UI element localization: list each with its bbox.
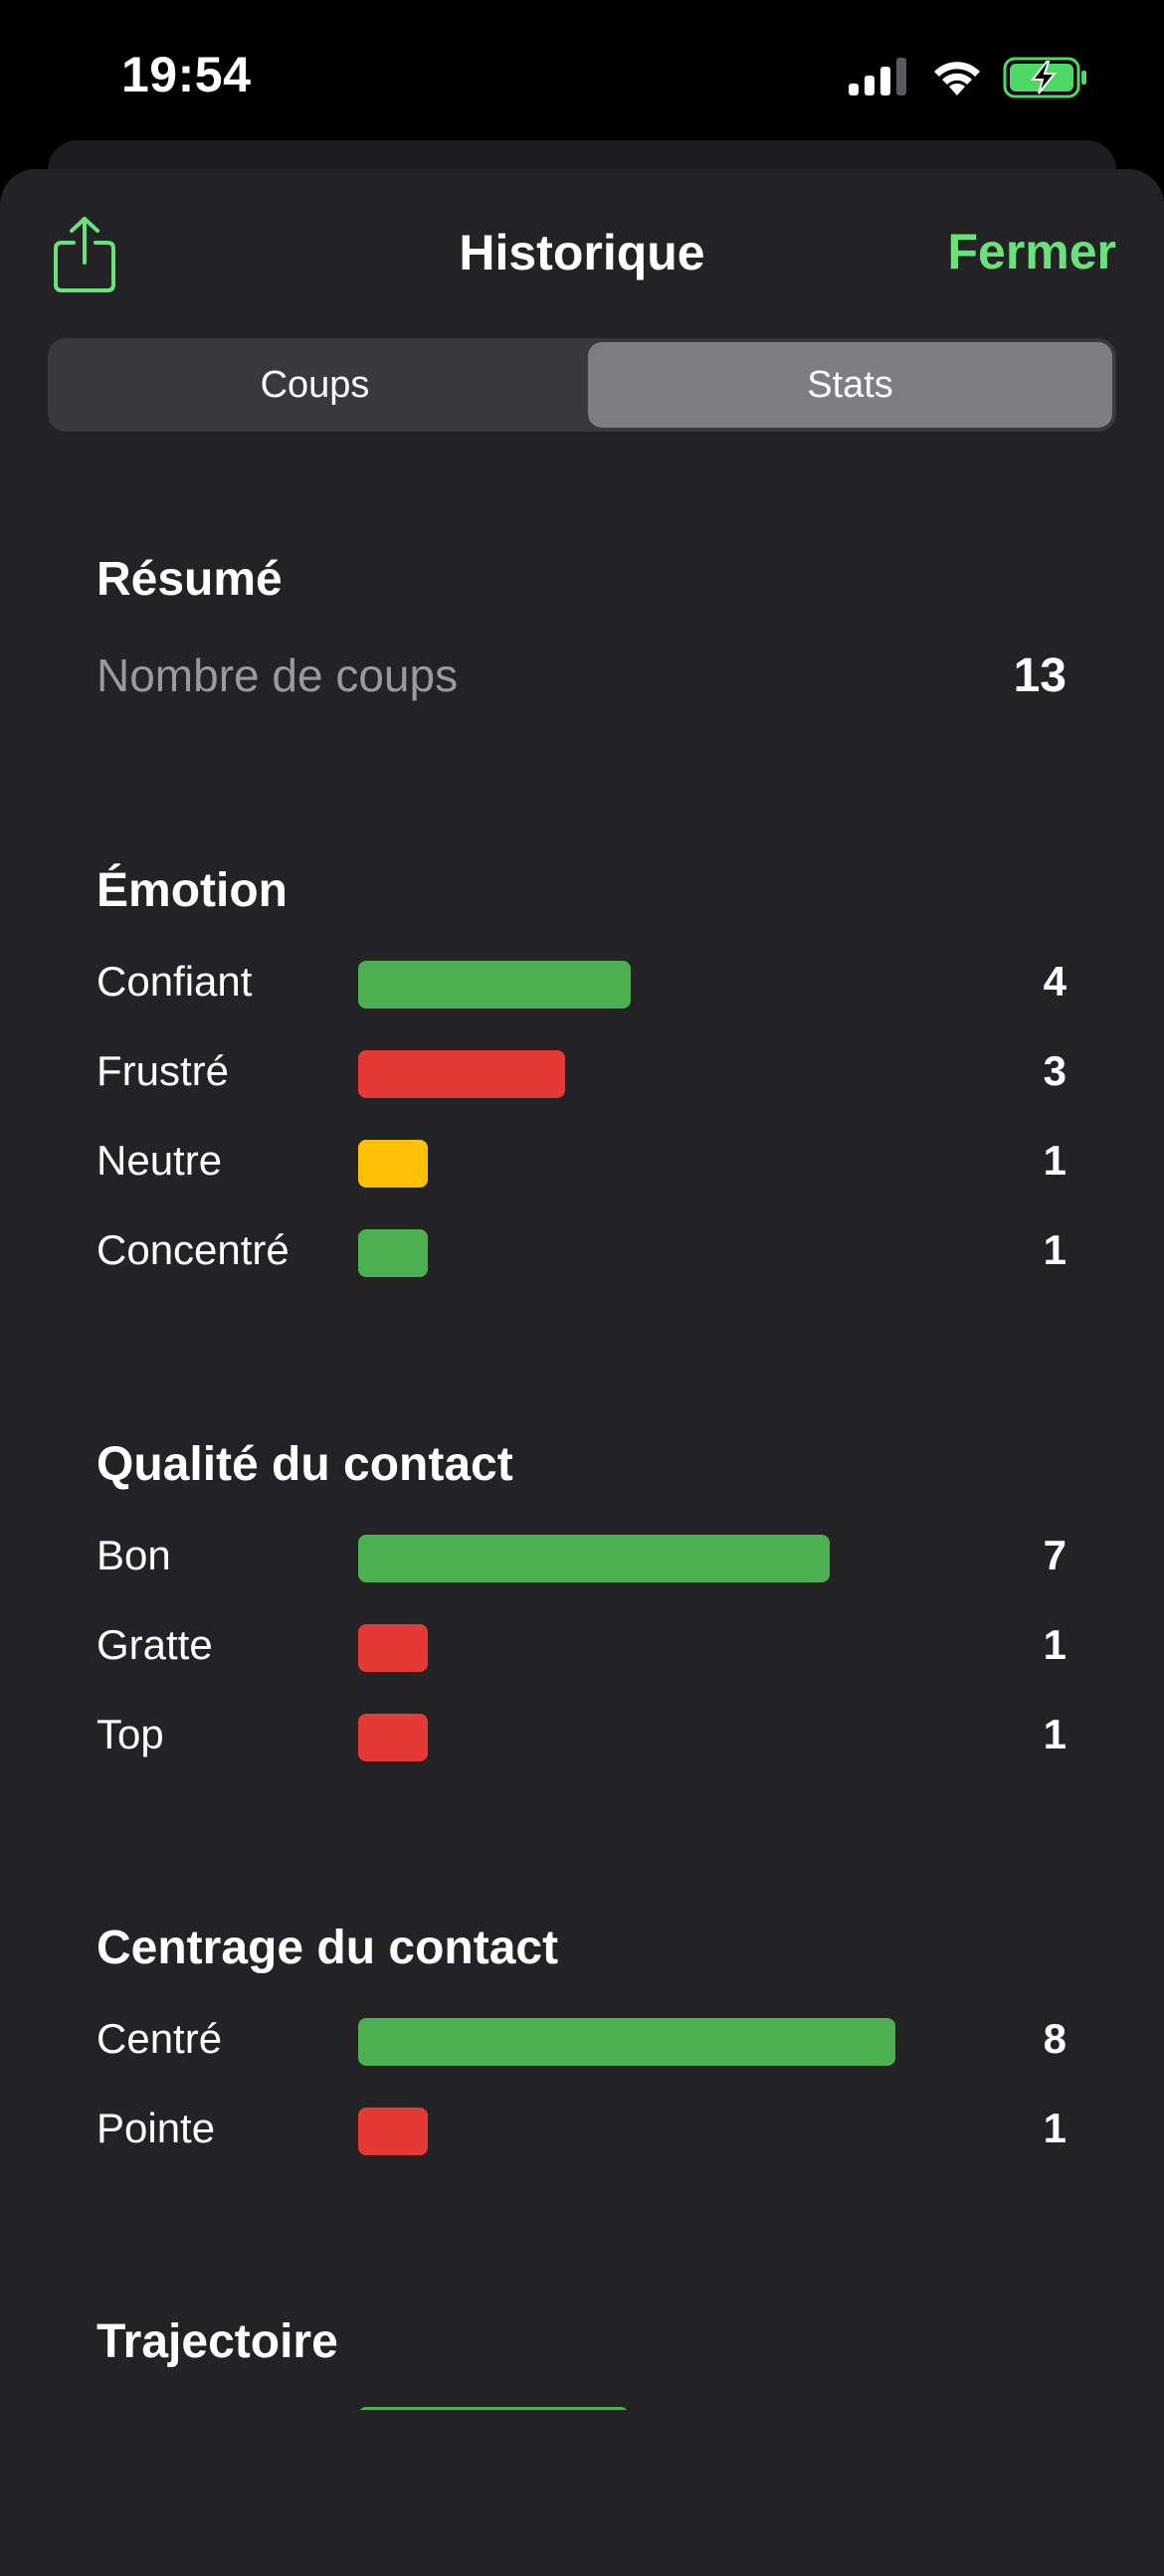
stats-sheet	[0, 169, 1164, 2576]
contact-quality-count: 1	[1043, 1621, 1067, 1668]
emotion-label: Frustré	[97, 1047, 230, 1094]
emotion-bar	[358, 961, 631, 1009]
segmented-control: Coups Stats	[48, 338, 1116, 432]
close-button[interactable]: Fermer	[947, 223, 1116, 280]
tab-stats[interactable]: Stats	[588, 342, 1112, 428]
contact-quality-title: Qualité du contact	[97, 1438, 513, 1491]
status-bar: 19:54	[0, 0, 1164, 149]
contact-quality-bar	[358, 1714, 428, 1761]
emotion-title: Émotion	[97, 864, 288, 917]
emotion-bar	[358, 1229, 428, 1277]
emotion-label: Confiant	[97, 958, 253, 1005]
contact-centering-bar	[358, 2108, 428, 2155]
contact-centering-count: 8	[1043, 2015, 1067, 2062]
emotion-count: 1	[1043, 1226, 1067, 1273]
contact-quality-label: Gratte	[97, 1621, 213, 1668]
cellular-signal-icon	[849, 58, 906, 95]
contact-quality-count: 1	[1043, 1711, 1067, 1757]
summary-title: Résumé	[97, 553, 283, 606]
status-time: 19:54	[121, 47, 252, 102]
shot-count-value: 13	[1013, 649, 1067, 702]
contact-quality-label: Bon	[97, 1532, 171, 1578]
contact-centering-title: Centrage du contact	[97, 1922, 559, 1974]
battery-charging-icon	[1003, 57, 1086, 98]
trajectory-bar	[358, 2407, 629, 2410]
emotion-count: 1	[1043, 1137, 1067, 1184]
emotion-count: 3	[1043, 1047, 1067, 1094]
emotion-count: 4	[1043, 958, 1067, 1005]
emotion-label: Concentré	[97, 1226, 290, 1273]
contact-quality-label: Top	[97, 1711, 164, 1757]
emotion-bar	[358, 1050, 565, 1098]
trajectory-title: Trajectoire	[97, 2315, 338, 2368]
contact-centering-count: 1	[1043, 2105, 1067, 2151]
contact-centering-label: Centré	[97, 2015, 223, 2062]
tab-coups[interactable]: Coups	[52, 342, 578, 428]
emotion-bar	[358, 1140, 428, 1188]
contact-centering-bar	[358, 2018, 895, 2066]
trajectory-bar-clip	[0, 2407, 1164, 2410]
shot-count-label: Nombre de coups	[97, 649, 459, 701]
contact-quality-bar	[358, 1535, 830, 1582]
wifi-icon	[934, 62, 980, 95]
contact-centering-label: Pointe	[97, 2105, 216, 2151]
contact-quality-count: 7	[1043, 1532, 1067, 1578]
emotion-label: Neutre	[97, 1137, 223, 1184]
contact-quality-bar	[358, 1624, 428, 1672]
